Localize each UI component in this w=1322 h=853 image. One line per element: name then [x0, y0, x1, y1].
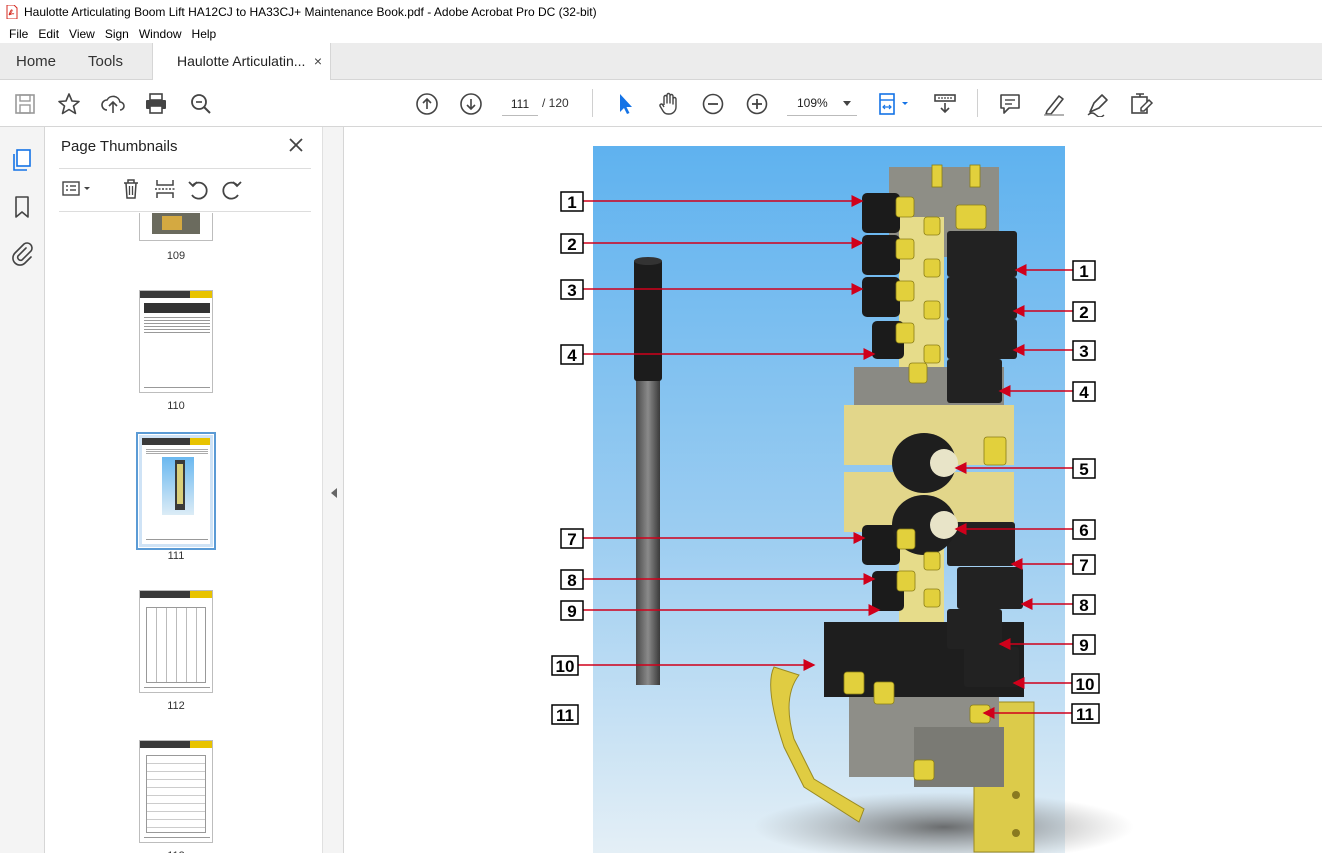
- tab-document-label: Haulotte Articulatin...: [177, 53, 306, 69]
- menu-view[interactable]: View: [64, 27, 100, 41]
- menu-window[interactable]: Window: [134, 27, 187, 41]
- right-callout-8: 8: [1079, 596, 1088, 615]
- panel-splitter[interactable]: [322, 127, 344, 853]
- right-callout-10: 10: [1076, 675, 1095, 694]
- left-callout-4: 4: [567, 346, 577, 365]
- zoom-in-icon[interactable]: [744, 91, 770, 117]
- page-total: / 120: [542, 96, 569, 110]
- thumbnail-page-111[interactable]: [136, 432, 216, 550]
- document-view[interactable]: 1 2 3 4 7 8 9 10 11 1 2 3 4 5 6 7 8 9 10…: [344, 127, 1322, 853]
- thumbnail-list: 109 110 111 112: [59, 213, 303, 853]
- menu-bar: File Edit View Sign Window Help: [0, 24, 1322, 43]
- collapse-panel-icon[interactable]: [331, 488, 337, 498]
- right-callouts: 1 2 3 4 5 6 7 8 9 10 11: [1071, 260, 1100, 724]
- zoom-search-icon[interactable]: [188, 91, 214, 117]
- toolbar-divider: [977, 89, 978, 117]
- upload-cloud-icon[interactable]: [100, 91, 126, 117]
- scrolling-mode-icon[interactable]: [932, 91, 958, 117]
- left-navigation-rail: [0, 127, 45, 853]
- document-page-figure: 1 2 3 4 7 8 9 10 11 1 2 3 4 5 6 7 8 9 10…: [551, 146, 1134, 853]
- rotate-counterclockwise-icon[interactable]: [186, 177, 210, 201]
- page-fit-icon[interactable]: [876, 91, 912, 117]
- left-callout-3: 3: [567, 281, 576, 300]
- thumbnail-label-110: 110: [167, 400, 185, 412]
- tab-bar: Home Tools Haulotte Articulatin... ×: [0, 43, 1322, 81]
- left-callout-11: 11: [556, 706, 574, 725]
- page-thumbnails-icon[interactable]: [9, 147, 35, 173]
- panel-divider: [59, 168, 311, 169]
- right-callout-9: 9: [1079, 636, 1088, 655]
- thumbnail-page-113[interactable]: [139, 740, 213, 843]
- title-bar: Haulotte Articulating Boom Lift HA12CJ t…: [0, 0, 1322, 24]
- print-icon[interactable]: [143, 91, 169, 117]
- right-callout-1: 1: [1079, 262, 1088, 281]
- left-callout-2: 2: [567, 235, 576, 254]
- lever-rod: [634, 257, 662, 685]
- thumbnail-page-110[interactable]: [139, 290, 213, 393]
- thumbnail-label-109: 109: [166, 250, 186, 262]
- tab-document[interactable]: Haulotte Articulatin... ×: [152, 43, 331, 81]
- main-toolbar: / 120 109%: [0, 80, 1322, 127]
- right-callout-2: 2: [1079, 303, 1088, 322]
- right-callout-11: 11: [1076, 705, 1094, 724]
- hand-tool-icon[interactable]: [656, 91, 682, 117]
- thumbnail-label-112: 112: [167, 700, 185, 712]
- tab-tools[interactable]: Tools: [88, 43, 123, 80]
- right-callout-6: 6: [1079, 521, 1088, 540]
- thumbnail-label-111: 111: [167, 550, 185, 562]
- fill-sign-icon[interactable]: [1128, 91, 1154, 117]
- next-page-icon[interactable]: [458, 91, 484, 117]
- left-callout-1: 1: [567, 193, 576, 212]
- menu-help[interactable]: Help: [187, 27, 222, 41]
- thumbnail-page-109[interactable]: [139, 213, 213, 241]
- bookmark-star-icon[interactable]: [56, 91, 82, 117]
- left-callout-9: 9: [567, 602, 576, 621]
- thumbnail-options-icon[interactable]: [61, 177, 95, 201]
- right-callout-3: 3: [1079, 342, 1088, 361]
- panel-title: Page Thumbnails: [61, 138, 178, 155]
- close-panel-icon[interactable]: [286, 135, 306, 155]
- close-tab-icon[interactable]: ×: [314, 43, 322, 80]
- bookmarks-icon[interactable]: [9, 194, 35, 220]
- rotate-clockwise-icon[interactable]: [220, 177, 244, 201]
- select-cursor-icon[interactable]: [612, 91, 638, 117]
- left-callout-8: 8: [567, 571, 576, 590]
- menu-sign[interactable]: Sign: [100, 27, 134, 41]
- page-number-input[interactable]: [502, 92, 538, 116]
- left-callouts: 1 2 3 4 7 8 9 10 11: [551, 191, 584, 725]
- zoom-level-value: 109%: [797, 96, 828, 110]
- left-callout-10: 10: [556, 657, 575, 676]
- attachments-paperclip-icon[interactable]: [9, 240, 35, 266]
- zoom-level-select[interactable]: 109%: [787, 92, 857, 116]
- acrobat-pdf-icon: [6, 5, 18, 19]
- zoom-out-icon[interactable]: [700, 91, 726, 117]
- previous-page-icon[interactable]: [414, 91, 440, 117]
- panel-divider: [59, 211, 311, 212]
- left-callout-7: 7: [567, 530, 576, 549]
- chevron-down-icon: [843, 101, 851, 106]
- sign-pen-icon[interactable]: [1085, 91, 1111, 118]
- thumbnail-page-112[interactable]: [139, 590, 213, 693]
- window-title: Haulotte Articulating Boom Lift HA12CJ t…: [24, 5, 597, 19]
- right-callout-4: 4: [1079, 383, 1089, 402]
- toolbar-divider: [592, 89, 593, 117]
- delete-trash-icon[interactable]: [119, 177, 143, 201]
- tab-home[interactable]: Home: [16, 43, 56, 80]
- insert-page-icon[interactable]: [153, 177, 177, 201]
- right-callout-5: 5: [1079, 460, 1088, 479]
- menu-edit[interactable]: Edit: [33, 27, 64, 41]
- page-thumbnails-panel: Page Thumbnails 109 110 111 112: [45, 127, 363, 853]
- comment-icon[interactable]: [997, 91, 1023, 117]
- menu-file[interactable]: File: [4, 27, 33, 41]
- right-callout-7: 7: [1079, 556, 1088, 575]
- highlight-pen-icon[interactable]: [1041, 91, 1067, 117]
- save-icon[interactable]: [12, 91, 38, 117]
